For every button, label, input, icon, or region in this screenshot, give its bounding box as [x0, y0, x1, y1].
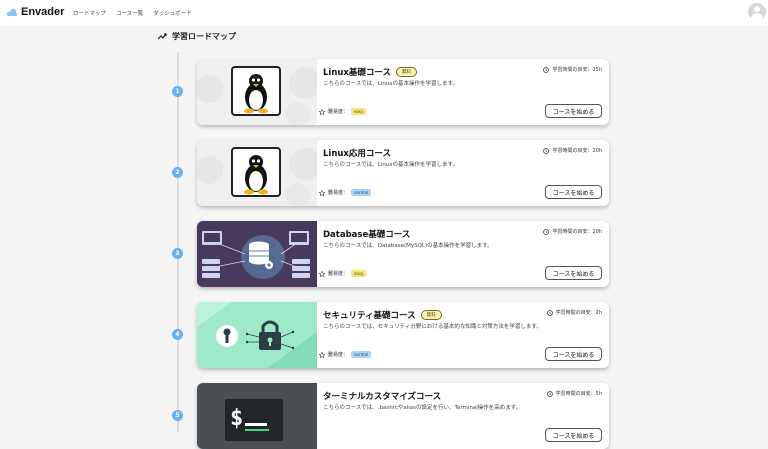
difficulty-badge: easy [351, 270, 367, 277]
course-card[interactable]: $ ターミナルカスタマイズコース こちらのコースでは、.bashrcやalias… [197, 383, 609, 449]
course-card[interactable]: セキュリティ基礎コース 無料 こちらのコースでは、セキュリティ分野における基本的… [197, 302, 609, 368]
free-badge: 無料 [396, 67, 417, 77]
trend-up-icon [158, 33, 167, 40]
course-description: こちらのコースでは、Database(MySQL)の基本操作を学習します。 [323, 243, 493, 249]
study-time: 学習時間の目安：15h [543, 66, 602, 73]
timeline-line [177, 52, 179, 432]
start-course-button[interactable]: コースを始める [545, 104, 602, 118]
main-nav: ロードマップ コース一覧 ダッシュボード [73, 9, 192, 17]
step-number: 1 [172, 86, 183, 97]
start-course-button[interactable]: コースを始める [545, 266, 602, 280]
star-icon [319, 189, 325, 196]
study-time: 学習時間の目安：2h [546, 309, 602, 316]
star-icon [319, 351, 325, 358]
step-number: 2 [172, 167, 183, 178]
study-time: 学習時間の目安：20h [543, 228, 602, 235]
course-thumbnail [197, 221, 317, 287]
study-time: 学習時間の目安：20h [543, 147, 602, 154]
course-thumbnail: $ [197, 383, 317, 449]
course-card[interactable]: Linux応用コース こちらのコースでは、Linuxの基本操作を学習します。 学… [197, 140, 609, 206]
nav-course-list[interactable]: コース一覧 [116, 9, 143, 17]
top-bar: Envader ロードマップ コース一覧 ダッシュボード [0, 0, 768, 26]
user-icon [754, 6, 760, 12]
difficulty: 難易度： normal [319, 189, 372, 196]
free-badge: 無料 [420, 310, 442, 320]
clock-icon [543, 66, 550, 73]
app-name: Envader [21, 6, 65, 18]
difficulty: 難易度： easy [319, 270, 367, 277]
course-title: セキュリティ基礎コース [323, 311, 416, 321]
difficulty: 難易度： normal [319, 351, 372, 358]
course-title: Linux基礎コース [323, 68, 391, 78]
step-number: 5 [172, 410, 183, 421]
page-title: 学習ロードマップ [158, 31, 236, 42]
nav-roadmap[interactable]: ロードマップ [73, 9, 106, 17]
logo[interactable]: Envader [6, 6, 64, 18]
course-thumbnail [197, 59, 317, 125]
difficulty: 難易度： easy [319, 108, 367, 115]
step-number: 4 [172, 329, 183, 340]
course-description: こちらのコースでは、.bashrcやaliasの設定を行い、Terminal操作… [323, 405, 522, 411]
course-description: こちらのコースでは、Linuxの基本操作を学習します。 [323, 162, 458, 168]
avatar[interactable] [748, 3, 766, 21]
study-time: 学習時間の目安：5h [546, 390, 602, 397]
clock-icon [546, 390, 553, 397]
difficulty-badge: easy [351, 108, 367, 115]
difficulty-badge: normal [351, 189, 372, 196]
start-course-button[interactable]: コースを始める [545, 428, 602, 442]
svg-text:$: $ [230, 406, 243, 431]
course-card[interactable]: Linux基礎コース 無料 こちらのコースでは、Linuxの基本操作を学習します… [197, 59, 609, 125]
start-course-button[interactable]: コースを始める [545, 185, 602, 199]
course-title: Linux応用コース [323, 149, 391, 159]
star-icon [319, 108, 325, 115]
course-title: Database基礎コース [323, 230, 411, 240]
course-title: ターミナルカスタマイズコース [323, 392, 442, 402]
step-number: 3 [172, 248, 183, 259]
course-description: こちらのコースでは、Linuxの基本操作を学習します。 [323, 81, 458, 87]
cloud-icon [6, 8, 18, 16]
clock-icon [543, 228, 550, 235]
course-card[interactable]: Database基礎コース こちらのコースでは、Database(MySQL)の… [197, 221, 609, 287]
star-icon [319, 270, 325, 277]
clock-icon [546, 309, 553, 316]
course-description: こちらのコースでは、セキュリティ分野における基本的な知識と対策方法を学習します。 [323, 324, 542, 330]
course-thumbnail [197, 302, 317, 368]
difficulty-badge: normal [351, 351, 372, 358]
start-course-button[interactable]: コースを始める [545, 347, 602, 361]
course-thumbnail [197, 140, 317, 206]
nav-dashboard[interactable]: ダッシュボード [153, 9, 192, 17]
clock-icon [543, 147, 550, 154]
